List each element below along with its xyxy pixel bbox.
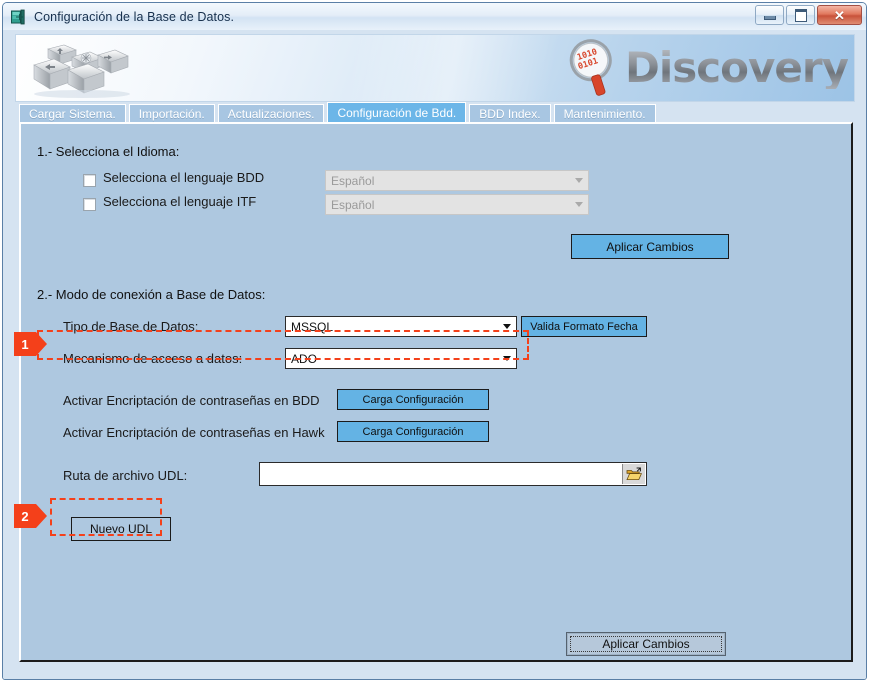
combo-mecanismo-acceso-datos-value: ADO (291, 351, 318, 366)
chevron-down-icon (498, 350, 515, 367)
annotation-marker-1-number: 1 (14, 332, 36, 356)
annotation-marker-1: 1 (14, 332, 47, 356)
combo-tipo-base-de-datos-value: MSSQL (291, 319, 334, 334)
label-lenguaje-itf: Selecciona el lenguaje ITF (103, 194, 257, 209)
close-icon: ✕ (834, 7, 845, 23)
annotation-marker-1-arrow (36, 332, 47, 356)
discovery-logo: 1010 0101 Discovery (559, 35, 849, 101)
tab-bdd-index[interactable]: BDD Index. (469, 104, 551, 123)
tab-importacion[interactable]: Importación. (128, 104, 215, 123)
database-export-icon (10, 8, 28, 26)
chevron-down-icon (570, 196, 587, 213)
section2-title: 2.- Modo de conexión a Base de Datos: (37, 287, 266, 302)
open-folder-icon (626, 467, 642, 480)
apply-changes-footer-label: Aplicar Cambios (602, 637, 690, 651)
label-encriptacion-bdd: Activar Encriptación de contraseñas en B… (63, 393, 320, 408)
combo-lenguaje-itf[interactable]: Español (325, 194, 589, 215)
udl-browse-button[interactable] (622, 464, 645, 484)
application-window: Configuración de la Base de Datos. ✕ 101… (2, 2, 867, 680)
combo-lenguaje-bdd[interactable]: Español (325, 170, 589, 191)
label-ruta-archivo-udl: Ruta de archivo UDL: (63, 468, 188, 483)
tab-configuracion-de-bdd[interactable]: Configuración de Bdd. (327, 102, 467, 123)
header-banner: 1010 0101 Discovery (15, 34, 855, 102)
tab-strip: Cargar Sistema. Importación. Actualizaci… (19, 101, 853, 123)
maximize-icon (794, 8, 807, 22)
checkbox-lenguaje-bdd[interactable] (83, 174, 96, 187)
validate-date-format-button[interactable]: Valida Formato Fecha (521, 316, 647, 337)
load-config-hawk-button[interactable]: Carga Configuración (337, 421, 489, 442)
apply-changes-language-button[interactable]: Aplicar Cambios (571, 234, 729, 259)
client-area: 1010 0101 Discovery Cargar Sistema. Impo… (3, 30, 866, 679)
combo-mecanismo-acceso-datos[interactable]: ADO (285, 348, 517, 369)
apply-changes-footer-button[interactable]: Aplicar Cambios (566, 632, 726, 656)
label-tipo-base-de-datos: Tipo de Base de Datos: (63, 319, 199, 334)
tab-mantenimiento[interactable]: Mantenimiento. (553, 104, 656, 123)
minimize-icon (763, 16, 776, 20)
config-panel: 1.- Selecciona el Idioma: Selecciona el … (19, 122, 853, 662)
section1-title: 1.- Selecciona el Idioma: (37, 144, 180, 159)
close-button[interactable]: ✕ (817, 5, 862, 25)
combo-lenguaje-bdd-value: Español (331, 173, 375, 188)
label-mecanismo-acceso-datos: Mecanismo de acceso a datos: (63, 351, 243, 366)
udl-path-input[interactable] (259, 462, 647, 486)
annotation-marker-2: 2 (14, 504, 47, 528)
chevron-down-icon (570, 172, 587, 189)
combo-lenguaje-itf-value: Español (331, 197, 375, 212)
load-config-bdd-button[interactable]: Carga Configuración (337, 389, 489, 410)
maximize-button[interactable] (786, 5, 815, 25)
annotation-marker-2-arrow (36, 504, 47, 528)
window-controls: ✕ (755, 5, 862, 25)
combo-tipo-base-de-datos[interactable]: MSSQL (285, 316, 517, 337)
minimize-button[interactable] (755, 5, 784, 25)
window-title: Configuración de la Base de Datos. (34, 9, 235, 24)
label-encriptacion-hawk: Activar Encriptación de contraseñas en H… (63, 425, 325, 440)
checkbox-lenguaje-itf[interactable] (83, 198, 96, 211)
title-bar: Configuración de la Base de Datos. ✕ (3, 3, 866, 31)
new-udl-button[interactable]: Nuevo UDL (71, 517, 171, 541)
tab-cargar-sistema[interactable]: Cargar Sistema. (19, 104, 126, 123)
keyboard-arrow-keys-image (33, 44, 130, 98)
screenshot-root: Configuración de la Base de Datos. ✕ 101… (0, 0, 873, 684)
annotation-marker-2-number: 2 (14, 504, 36, 528)
panel-bottom-strip (19, 662, 853, 678)
tab-actualizaciones[interactable]: Actualizaciones. (217, 104, 325, 123)
label-lenguaje-bdd: Selecciona el lenguaje BDD (103, 170, 265, 185)
logo-wordmark: Discovery (625, 43, 849, 92)
chevron-down-icon (498, 318, 515, 335)
magnifier-binary-icon: 1010 0101 (569, 39, 612, 96)
